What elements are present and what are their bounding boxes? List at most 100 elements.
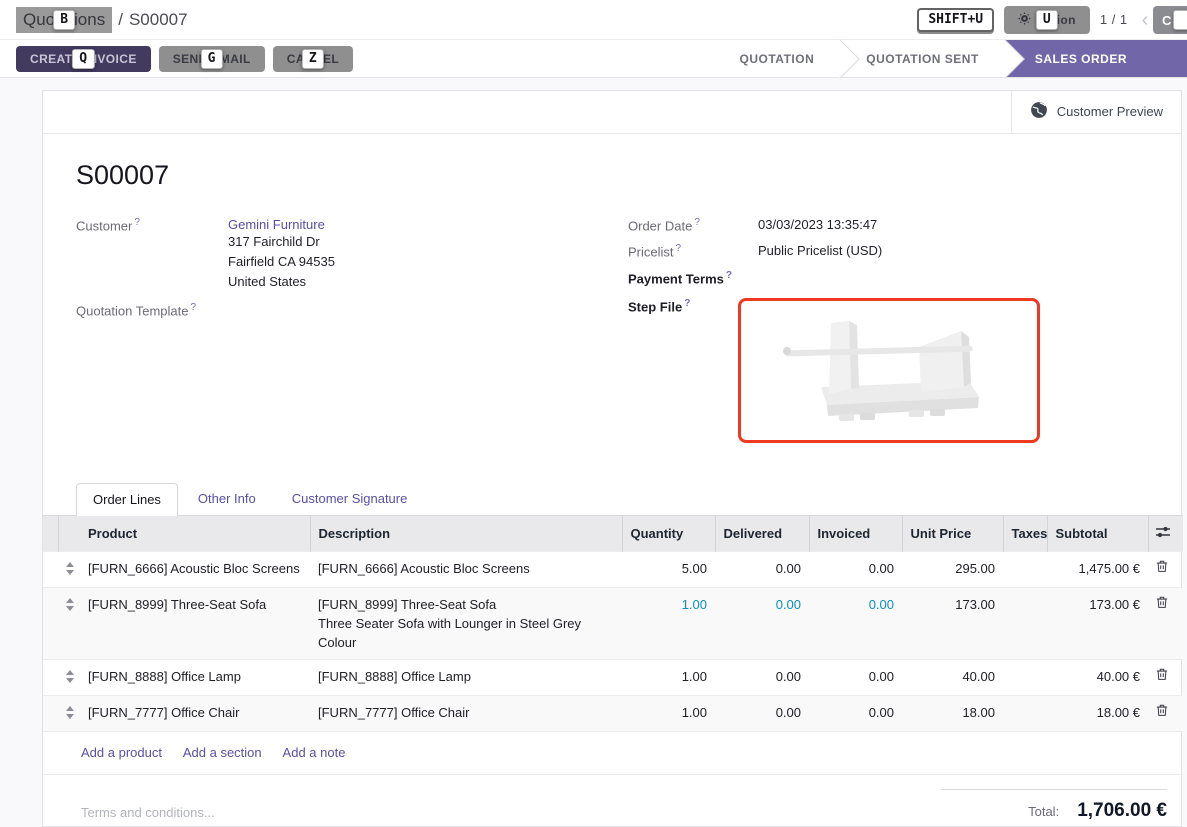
totals-box: Total: 1,706.00 € <box>941 789 1167 822</box>
cell-invoiced[interactable]: 0.00 <box>809 551 902 587</box>
cell-quantity[interactable]: 1.00 <box>622 659 715 695</box>
globe-icon <box>1030 101 1048 123</box>
delete-row-icon[interactable] <box>1148 587 1183 659</box>
drag-handle-icon[interactable] <box>58 587 80 659</box>
field-customer: Customer? Gemini Furniture 317 Fairchild… <box>76 217 628 292</box>
add-line-row: Add a product Add a section Add a note <box>43 731 1183 774</box>
field-quotation-template: Quotation Template? <box>76 302 628 318</box>
tab-other-info[interactable]: Other Info <box>182 483 272 515</box>
header-description: Description <box>310 515 622 551</box>
cancel-button[interactable]: CANCEL Z <box>273 46 353 72</box>
stage-quotation-sent[interactable]: QUOTATION SENT <box>840 40 1005 77</box>
cell-unit-price[interactable]: 173.00 <box>902 587 1003 659</box>
cell-subtotal: 173.00 € <box>1047 587 1148 659</box>
cell-quantity[interactable]: 1.00 <box>622 587 715 659</box>
step-file-image[interactable] <box>738 298 1040 443</box>
edge-clipped-button[interactable]: C <box>1153 6 1187 34</box>
sheet-footer: Terms and conditions... Total: 1,706.00 … <box>43 775 1181 822</box>
tab-order-lines[interactable]: Order Lines <box>76 483 178 516</box>
field-pricelist: Pricelist? Public Pricelist (USD) <box>628 243 1161 259</box>
cell-quantity[interactable]: 5.00 <box>622 551 715 587</box>
stage-sales-order[interactable]: SALES ORDER <box>1005 40 1187 77</box>
delete-row-icon[interactable] <box>1148 659 1183 695</box>
stage-sales-order-label: SALES ORDER <box>1035 52 1127 66</box>
cell-taxes[interactable] <box>1003 587 1047 659</box>
header-subtotal: Subtotal <box>1047 515 1148 551</box>
cell-description[interactable]: [FURN_7777] Office Chair <box>310 695 622 731</box>
cell-invoiced[interactable]: 0.00 <box>809 695 902 731</box>
cell-product[interactable]: [FURN_7777] Office Chair <box>80 695 310 731</box>
cell-delivered[interactable]: 0.00 <box>715 587 809 659</box>
drag-handle-icon[interactable] <box>58 551 80 587</box>
help-icon: ? <box>694 217 700 228</box>
customer-preview-label: Customer Preview <box>1057 104 1163 120</box>
sheet-button-box: Customer Preview <box>43 91 1181 134</box>
tab-customer-signature[interactable]: Customer Signature <box>276 483 424 515</box>
stage-quotation[interactable]: QUOTATION <box>714 40 841 77</box>
table-row: [FURN_6666] Acoustic Bloc Screens [FURN_… <box>43 551 1183 587</box>
edge-button-label: C <box>1162 13 1171 28</box>
delete-row-icon[interactable] <box>1148 695 1183 731</box>
drag-handle-icon[interactable] <box>58 659 80 695</box>
cell-invoiced[interactable]: 0.00 <box>809 587 902 659</box>
cell-description[interactable]: [FURN_6666] Acoustic Bloc Screens <box>310 551 622 587</box>
cell-delivered[interactable]: 0.00 <box>715 659 809 695</box>
stage-quotation-sent-label: QUOTATION SENT <box>866 52 979 66</box>
hint-badge-q: Q <box>72 49 94 69</box>
order-date-value[interactable]: 03/03/2023 13:35:47 <box>758 217 877 233</box>
cell-taxes[interactable] <box>1003 551 1047 587</box>
cell-delivered[interactable]: 0.00 <box>715 695 809 731</box>
field-grid: Customer? Gemini Furniture 317 Fairchild… <box>43 217 1181 453</box>
cell-delivered[interactable]: 0.00 <box>715 551 809 587</box>
breadcrumb-quotations[interactable]: Quotations B <box>16 7 112 33</box>
cell-unit-price[interactable]: 18.00 <box>902 695 1003 731</box>
create-invoice-button[interactable]: CREATE INVOICE Q <box>16 46 151 72</box>
customer-label: Customer? <box>76 217 228 292</box>
cell-product[interactable]: [FURN_6666] Acoustic Bloc Screens <box>80 551 310 587</box>
drag-handle-icon[interactable] <box>58 695 80 731</box>
cell-subtotal: 1,475.00 € <box>1047 551 1148 587</box>
breadcrumb-separator: / <box>118 10 123 30</box>
total-value: 1,706.00 € <box>1077 800 1167 822</box>
table-row: [FURN_8999] Three-Seat Sofa [FURN_8999] … <box>43 587 1183 659</box>
action-menu-button[interactable]: Action U <box>1004 6 1090 34</box>
cell-unit-price[interactable]: 40.00 <box>902 659 1003 695</box>
field-step-file: Step File? <box>628 298 1161 443</box>
quotation-template-label: Quotation Template? <box>76 302 228 318</box>
hint-badge-z: Z <box>302 49 324 69</box>
add-a-note-link[interactable]: Add a note <box>283 745 346 760</box>
total-label: Total: <box>1028 804 1059 819</box>
field-payment-terms: Payment Terms? <box>628 270 1161 286</box>
control-panel-top: Quotations B / S00007 SHIFT+U Action U 1… <box>0 0 1187 40</box>
table-row: [FURN_8888] Office Lamp [FURN_8888] Offi… <box>43 659 1183 695</box>
notebook-tabs: Order Lines Other Info Customer Signatur… <box>76 483 1181 515</box>
pricelist-value[interactable]: Public Pricelist (USD) <box>758 243 882 259</box>
terms-and-conditions-input[interactable]: Terms and conditions... <box>81 805 215 820</box>
cell-product[interactable]: [FURN_8999] Three-Seat Sofa <box>80 587 310 659</box>
header-product: Product <box>80 515 310 551</box>
cell-taxes[interactable] <box>1003 695 1047 731</box>
header-quantity: Quantity <box>622 515 715 551</box>
cell-taxes[interactable] <box>1003 659 1047 695</box>
customer-link[interactable]: Gemini Furniture <box>228 217 325 232</box>
cell-product[interactable]: [FURN_8888] Office Lamp <box>80 659 310 695</box>
pricelist-label: Pricelist? <box>628 243 758 259</box>
cell-description[interactable]: [FURN_8888] Office Lamp <box>310 659 622 695</box>
cell-subtotal: 18.00 € <box>1047 695 1148 731</box>
add-a-product-link[interactable]: Add a product <box>81 745 162 760</box>
customer-preview-button[interactable]: Customer Preview <box>1011 91 1181 133</box>
hint-badge-edge <box>1173 10 1187 30</box>
add-a-section-link[interactable]: Add a section <box>183 745 262 760</box>
table-header-row: Product Description Quantity Delivered I… <box>43 515 1183 551</box>
header-unit-price: Unit Price <box>902 515 1003 551</box>
cell-invoiced[interactable]: 0.00 <box>809 659 902 695</box>
delete-row-icon[interactable] <box>1148 551 1183 587</box>
cell-unit-price[interactable]: 295.00 <box>902 551 1003 587</box>
column-options-icon[interactable] <box>1148 515 1183 551</box>
cell-description[interactable]: [FURN_8999] Three-Seat Sofa Three Seater… <box>310 587 622 659</box>
header-invoiced: Invoiced <box>809 515 902 551</box>
pager-previous-icon[interactable]: ‹ <box>1138 10 1153 30</box>
cell-quantity[interactable]: 1.00 <box>622 695 715 731</box>
send-email-button[interactable]: SEND EMAIL G <box>159 46 265 72</box>
order-date-label: Order Date? <box>628 217 758 233</box>
